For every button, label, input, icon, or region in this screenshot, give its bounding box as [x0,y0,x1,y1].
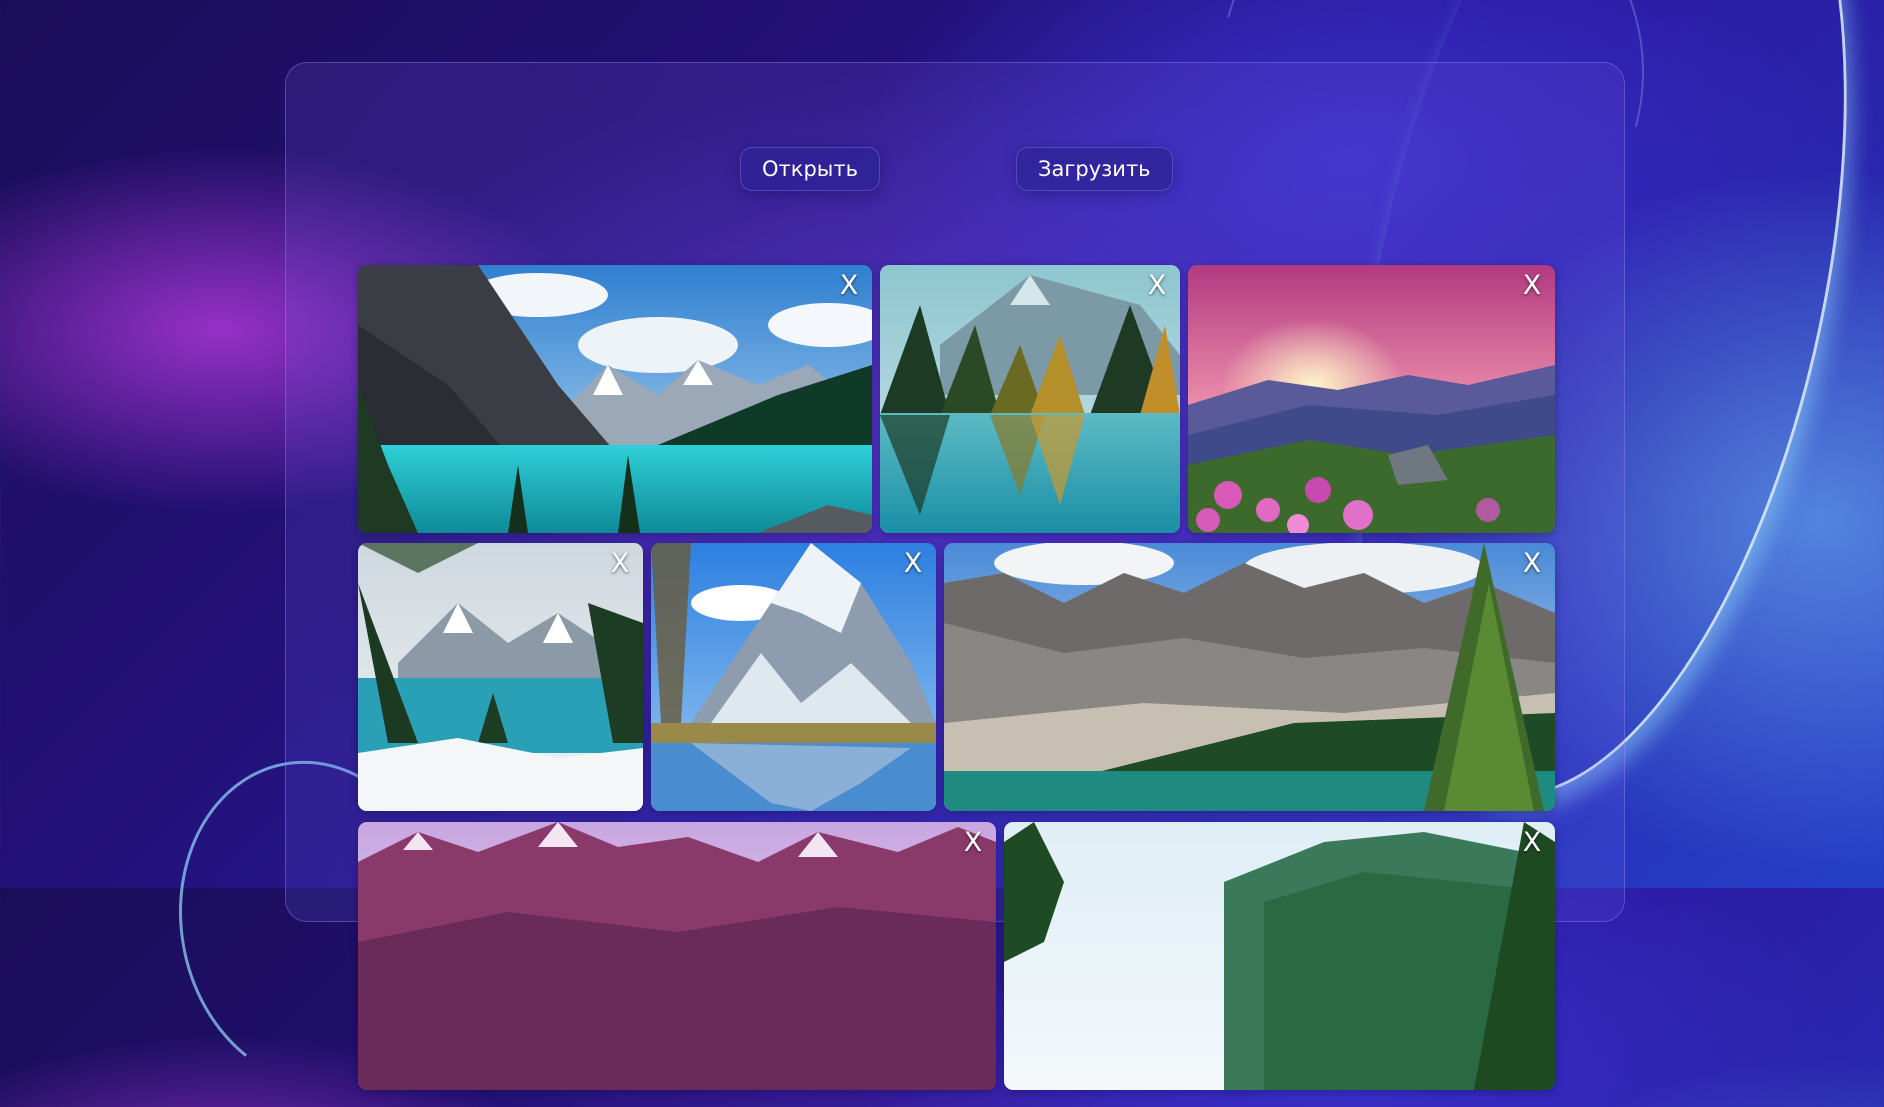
image-forest-lake-reflection [880,265,1180,533]
remove-image-button[interactable]: X [898,549,928,579]
remove-image-button[interactable]: X [1142,271,1172,301]
gallery-image[interactable]: X [358,822,996,1090]
upload-button[interactable]: Загрузить [1016,147,1173,191]
gallery-image[interactable]: X [1004,822,1555,1090]
image-purple-mountains [358,822,996,1090]
image-winter-lake-pines [358,543,643,811]
remove-image-button[interactable]: X [958,828,988,858]
gallery-image[interactable]: X [880,265,1180,533]
open-button[interactable]: Открыть [740,147,880,191]
gallery-image[interactable]: X [358,265,872,533]
gallery-image[interactable]: X [358,543,643,811]
image-green-valley [1004,822,1555,1090]
gallery-image[interactable]: X [651,543,936,811]
remove-image-button[interactable]: X [1517,549,1547,579]
gallery-image[interactable]: X [944,543,1555,811]
remove-image-button[interactable]: X [834,271,864,301]
image-lake-turquoise-mountains [358,265,872,533]
gallery-image[interactable]: X [1188,265,1555,533]
remove-image-button[interactable]: X [1517,271,1547,301]
image-rocky-ridge-lake [944,543,1555,811]
image-snowy-peak-reflection [651,543,936,811]
remove-image-button[interactable]: X [605,549,635,579]
remove-image-button[interactable]: X [1517,828,1547,858]
image-sunset-flowers-hills [1188,265,1555,533]
